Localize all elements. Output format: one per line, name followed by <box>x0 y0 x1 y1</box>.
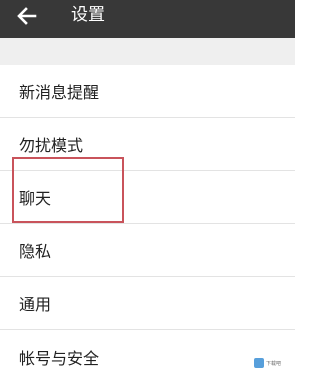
app-bar: 设置 <box>0 0 295 38</box>
watermark: 下载吧 <box>254 357 292 369</box>
settings-item-privacy[interactable]: 隐私 <box>0 224 295 277</box>
settings-item-label: 隐私 <box>19 242 52 261</box>
back-button[interactable] <box>14 4 40 28</box>
settings-item-label: 聊天 <box>19 189 52 208</box>
watermark-text: 下载吧 <box>266 360 282 367</box>
settings-item-label: 新消息提醒 <box>19 83 100 102</box>
settings-item-label: 帐号与安全 <box>19 348 100 368</box>
settings-item-label: 勿扰模式 <box>19 136 84 155</box>
settings-item-account-security[interactable]: 帐号与安全 <box>0 330 295 383</box>
section-divider <box>0 38 295 65</box>
settings-list: 新消息提醒 勿扰模式 聊天 隐私 通用 帐号与安全 <box>0 65 295 383</box>
watermark-logo-icon <box>254 358 264 368</box>
settings-item-do-not-disturb[interactable]: 勿扰模式 <box>0 118 295 171</box>
page-title: 设置 <box>71 5 105 25</box>
settings-item-new-message-alerts[interactable]: 新消息提醒 <box>0 65 295 118</box>
settings-item-general[interactable]: 通用 <box>0 277 295 330</box>
settings-item-chat[interactable]: 聊天 <box>0 171 295 224</box>
settings-item-label: 通用 <box>19 295 52 314</box>
arrow-left-icon <box>17 7 37 25</box>
